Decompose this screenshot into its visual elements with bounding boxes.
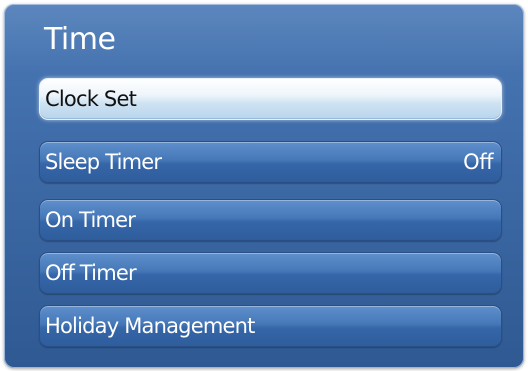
menu-item-sleep-timer[interactable]: Sleep Timer Off <box>39 141 502 183</box>
menu-item-label: Sleep Timer <box>45 150 162 174</box>
menu-title: Time <box>44 22 116 57</box>
menu-item-label: Clock Set <box>45 87 137 111</box>
menu-item-label: Off Timer <box>45 261 137 285</box>
menu-item-off-timer[interactable]: Off Timer <box>39 252 502 294</box>
menu-item-label: On Timer <box>45 208 136 232</box>
time-menu-panel: Time Clock Set Sleep Timer Off On Timer … <box>4 4 524 368</box>
menu-item-label: Holiday Management <box>45 314 255 338</box>
menu-item-holiday-management[interactable]: Holiday Management <box>39 305 502 347</box>
menu-item-on-timer[interactable]: On Timer <box>39 199 502 241</box>
menu-item-clock-set[interactable]: Clock Set <box>39 78 502 120</box>
menu-item-value: Off <box>463 150 493 174</box>
